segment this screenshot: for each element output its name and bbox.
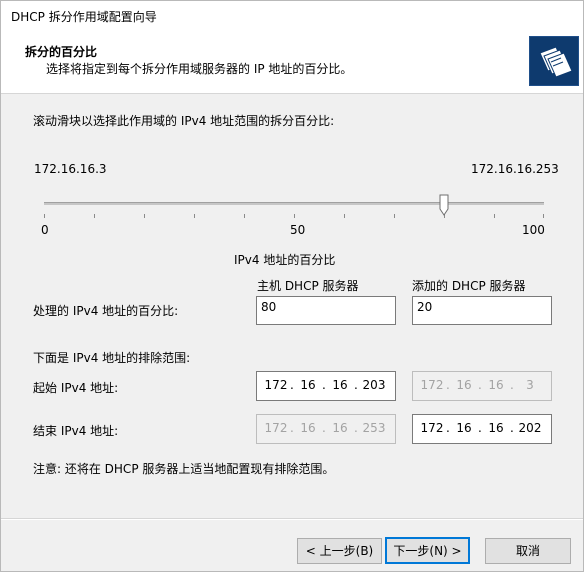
added-percent-input[interactable]: 20 xyxy=(412,296,552,325)
ip-octet[interactable]: 172 xyxy=(262,378,290,392)
ip-octet: 16 xyxy=(300,421,316,435)
window-title: DHCP 拆分作用域配置向导 xyxy=(11,10,157,24)
end-ip-label: 结束 IPv4 地址: xyxy=(33,424,119,438)
ip-octet: 16 xyxy=(488,378,504,392)
ip-octet: 16 xyxy=(332,421,348,435)
ip-octet: 253 xyxy=(362,421,386,435)
exclusion-note: 注意: 还将在 DHCP 服务器上适当地配置现有排除范围。 xyxy=(33,462,335,476)
wizard-folder-icon xyxy=(529,36,579,86)
added-server-header: 添加的 DHCP 服务器 xyxy=(412,279,526,293)
range-end-ip: 172.16.16.253 xyxy=(471,162,559,176)
back-button[interactable]: < 上一步(B) xyxy=(297,538,382,564)
ip-octet: 172 xyxy=(420,378,444,392)
slider-min-label: 0 xyxy=(41,223,49,237)
split-slider-track[interactable] xyxy=(44,202,544,205)
wizard-header: 拆分的百分比 选择将指定到每个拆分作用域服务器的 IP 地址的百分比。 xyxy=(1,31,583,94)
host-start-ip-field[interactable]: 172 . 16 . 16 . 203 xyxy=(256,371,396,401)
added-end-ip-field[interactable]: 172 . 16 . 16 . 202 xyxy=(412,414,552,444)
host-server-header: 主机 DHCP 服务器 xyxy=(257,279,359,293)
next-button[interactable]: 下一步(N) > xyxy=(385,537,470,564)
slider-tick xyxy=(94,214,95,218)
slider-tick xyxy=(543,214,544,218)
slider-tick xyxy=(494,214,495,218)
slider-tick xyxy=(394,214,395,218)
exclusion-heading: 下面是 IPv4 地址的排除范围: xyxy=(33,351,191,365)
slider-caption: IPv4 地址的百分比 xyxy=(234,253,336,267)
page-subtitle: 选择将指定到每个拆分作用域服务器的 IP 地址的百分比。 xyxy=(46,62,353,76)
slider-tick xyxy=(294,214,295,218)
host-end-ip-field: 172 . 16 . 16 . 253 xyxy=(256,414,396,444)
split-slider-thumb[interactable] xyxy=(439,194,449,216)
slider-tick xyxy=(194,214,195,218)
ip-dot: . xyxy=(354,378,358,392)
range-start-ip: 172.16.16.3 xyxy=(34,162,107,176)
ip-octet[interactable]: 16 xyxy=(482,421,510,435)
cancel-button[interactable]: 取消 xyxy=(485,538,571,564)
ip-dot: . xyxy=(510,421,514,435)
slider-mid-label: 50 xyxy=(290,223,306,237)
slider-tick xyxy=(144,214,145,218)
ip-octet[interactable]: 16 xyxy=(294,378,322,392)
slider-tick xyxy=(344,214,345,218)
wizard-window: DHCP 拆分作用域配置向导 拆分的百分比 选择将指定到每个拆分作用域服务器的 … xyxy=(0,0,584,572)
footer-divider xyxy=(1,518,583,520)
slider-max-label: 100 xyxy=(522,223,545,237)
page-title: 拆分的百分比 xyxy=(25,45,98,59)
percent-label: 处理的 IPv4 地址的百分比: xyxy=(33,304,179,318)
ip-octet[interactable]: 172 xyxy=(418,421,446,435)
ip-octet: 172 xyxy=(264,421,288,435)
ip-octet: 3 xyxy=(526,378,534,392)
start-ip-label: 起始 IPv4 地址: xyxy=(33,381,119,395)
added-start-ip-field: 172 . 16 . 16 . 3 xyxy=(412,371,552,401)
ip-octet[interactable]: 16 xyxy=(326,378,354,392)
ip-dot: . xyxy=(510,378,514,392)
ip-octet: 16 xyxy=(456,378,472,392)
ip-dot: . xyxy=(354,421,358,435)
slider-tick xyxy=(244,214,245,218)
ip-octet[interactable]: 203 xyxy=(360,378,388,392)
slider-tick xyxy=(44,214,45,218)
host-percent-input[interactable]: 80 xyxy=(256,296,396,325)
ip-octet[interactable]: 16 xyxy=(450,421,478,435)
title-bar: DHCP 拆分作用域配置向导 xyxy=(1,1,583,31)
ip-octet[interactable]: 202 xyxy=(516,421,544,435)
slider-instruction: 滚动滑块以选择此作用域的 IPv4 地址范围的拆分百分比: xyxy=(33,114,335,128)
